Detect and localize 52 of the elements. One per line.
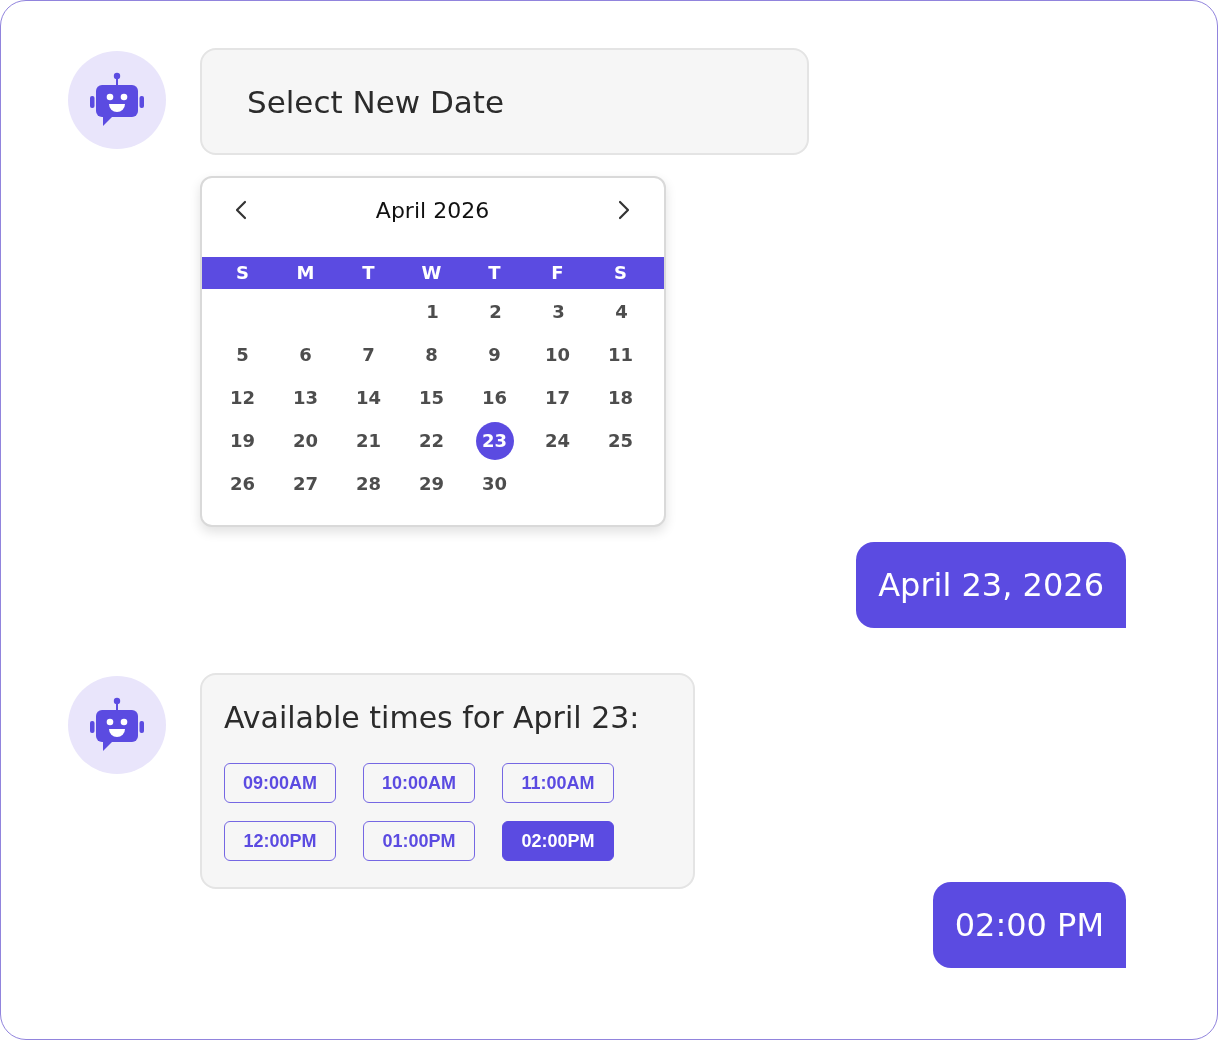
calendar-day[interactable]: 27: [286, 464, 325, 503]
calendar-day[interactable]: 24: [538, 421, 577, 460]
calendar-day[interactable]: 12: [223, 378, 262, 417]
calendar-day[interactable]: 26: [223, 464, 262, 503]
weekday-label: S: [236, 262, 249, 284]
weekday-label: T: [488, 262, 501, 284]
calendar-day[interactable]: 18: [601, 378, 640, 417]
calendar-day[interactable]: 25: [601, 421, 640, 460]
calendar-day[interactable]: 1: [413, 292, 452, 331]
weekday-label: S: [614, 262, 627, 284]
message-text: Available times for April 23:: [224, 702, 641, 734]
calendar-day[interactable]: 17: [538, 378, 577, 417]
calendar-day[interactable]: 5: [223, 335, 262, 374]
calendar-day[interactable]: 21: [349, 421, 388, 460]
time-slot-button[interactable]: 09:00AM: [224, 763, 336, 803]
calendar-day[interactable]: 28: [349, 464, 388, 503]
time-slot-button[interactable]: 11:00AM: [502, 763, 614, 803]
calendar-day[interactable]: 2: [476, 292, 515, 331]
calendar-day[interactable]: 6: [286, 335, 325, 374]
robot-icon: [68, 51, 166, 149]
weekday-label: W: [421, 262, 442, 284]
time-slot-button[interactable]: 02:00PM: [502, 821, 614, 861]
weekday-label: T: [362, 262, 375, 284]
robot-icon: [68, 676, 166, 774]
calendar-day[interactable]: 20: [286, 421, 325, 460]
calendar-day[interactable]: 29: [412, 464, 451, 503]
calendar-day[interactable]: 8: [412, 335, 451, 374]
month-title: April 2026: [375, 197, 490, 223]
calendar-day[interactable]: 7: [349, 335, 388, 374]
calendar-day[interactable]: 4: [602, 292, 641, 331]
calendar-day[interactable]: 10: [538, 335, 577, 374]
calendar-day[interactable]: 9: [475, 335, 514, 374]
user-message-bubble: 02:00 PM: [932, 882, 1126, 968]
calendar-day[interactable]: 23: [475, 421, 514, 460]
calendar-day[interactable]: 15: [412, 378, 451, 417]
calendar-day[interactable]: 3: [539, 292, 578, 331]
calendar-day[interactable]: 16: [475, 378, 514, 417]
calendar-day[interactable]: 14: [349, 378, 388, 417]
chevron-left-icon[interactable]: [235, 200, 247, 220]
user-message-bubble: April 23, 2026: [856, 542, 1126, 628]
weekday-label: F: [551, 262, 564, 284]
time-slot-button[interactable]: 01:00PM: [363, 821, 475, 861]
time-slot-button[interactable]: 10:00AM: [363, 763, 475, 803]
calendar-day[interactable]: 30: [475, 464, 514, 503]
calendar-day[interactable]: 19: [223, 421, 262, 460]
bot-message-bubble: Select New Date: [200, 48, 809, 155]
calendar-day[interactable]: 13: [286, 378, 325, 417]
time-slot-button[interactable]: 12:00PM: [224, 821, 336, 861]
calendar-day[interactable]: 11: [601, 335, 640, 374]
calendar-day[interactable]: 22: [412, 421, 451, 460]
chevron-right-icon[interactable]: [618, 200, 630, 220]
weekday-label: M: [296, 262, 315, 284]
